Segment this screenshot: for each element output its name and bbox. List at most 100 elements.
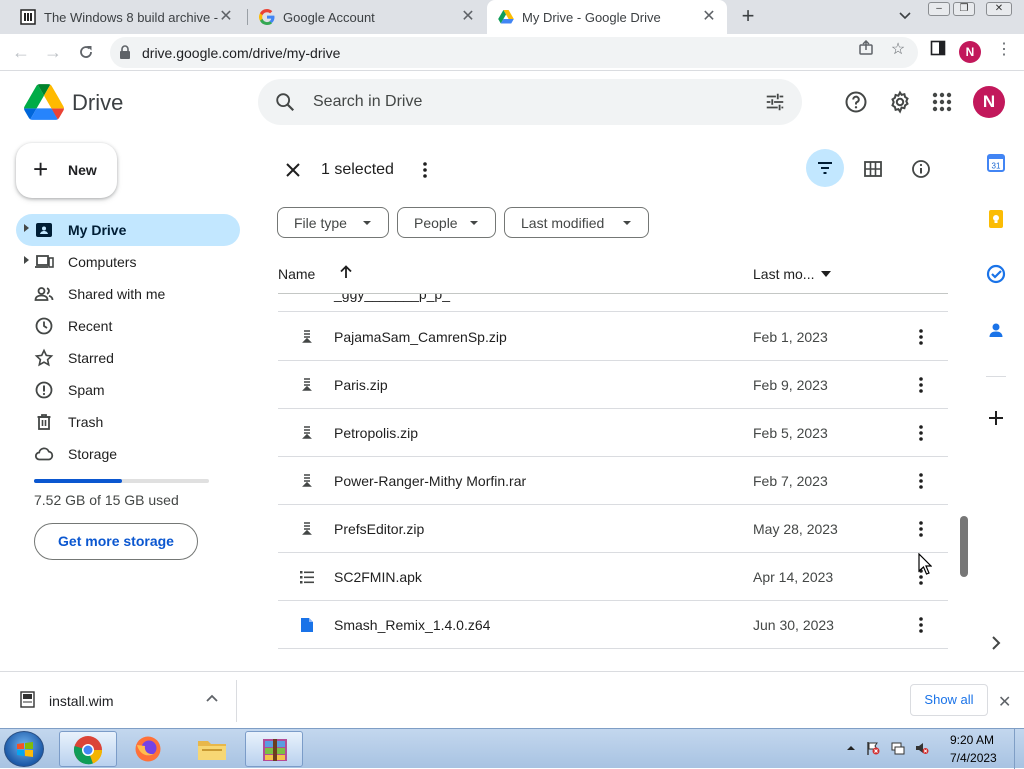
forward-button[interactable]: → bbox=[41, 40, 65, 64]
row-more-actions-icon[interactable] bbox=[911, 327, 931, 347]
shared-icon bbox=[34, 287, 54, 301]
search-input[interactable]: Search in Drive bbox=[258, 79, 802, 125]
taskbar-winrar-button[interactable] bbox=[245, 731, 303, 767]
my-drive-icon bbox=[36, 223, 52, 237]
account-avatar[interactable]: N bbox=[973, 86, 1005, 118]
volume-muted-icon[interactable] bbox=[915, 741, 929, 755]
download-file-name[interactable]: install.wim bbox=[49, 693, 114, 709]
expand-caret-icon[interactable] bbox=[24, 256, 29, 264]
grid-view-icon[interactable] bbox=[863, 159, 883, 179]
vertical-scrollbar-thumb[interactable] bbox=[960, 516, 968, 577]
close-downloads-bar-icon[interactable]: ✕ bbox=[998, 692, 1011, 712]
share-icon[interactable] bbox=[856, 39, 876, 60]
column-header-name[interactable]: Name bbox=[278, 266, 315, 282]
table-row[interactable]: Paris.zip Feb 9, 2023 bbox=[278, 361, 948, 409]
browser-menu-icon[interactable]: ⋮ bbox=[994, 40, 1014, 60]
tab-google-account[interactable]: Google Account ✕ bbox=[250, 0, 486, 34]
sidebar-item-computers[interactable]: Computers bbox=[16, 246, 240, 278]
row-more-actions-icon[interactable] bbox=[911, 519, 931, 539]
file-name: PajamaSam_CamrenSp.zip bbox=[334, 329, 507, 345]
apps-grid-icon[interactable] bbox=[930, 90, 954, 114]
sort-ascending-arrow-icon[interactable] bbox=[338, 264, 354, 280]
table-row[interactable]: Smash_Remix_1.4.0.z64 Jun 30, 2023 bbox=[278, 601, 948, 649]
table-row[interactable]: Power-Ranger-Mithy Morfin.rar Feb 7, 202… bbox=[278, 457, 948, 505]
network-icon[interactable] bbox=[891, 741, 905, 755]
chevron-up-icon[interactable] bbox=[205, 692, 219, 706]
clock-date[interactable]: 7/4/2023 bbox=[950, 751, 997, 765]
back-button[interactable]: ← bbox=[9, 40, 33, 64]
help-icon[interactable] bbox=[844, 90, 868, 114]
filter-toggle-button[interactable] bbox=[806, 149, 844, 187]
taskbar-chrome-button[interactable] bbox=[59, 731, 117, 767]
get-more-storage-button[interactable]: Get more storage bbox=[34, 523, 198, 560]
taskbar-explorer-button[interactable] bbox=[183, 731, 241, 767]
filter-chip-last-modified[interactable]: Last modified bbox=[504, 207, 649, 238]
filter-chip-file-type[interactable]: File type bbox=[277, 207, 389, 238]
row-more-actions-icon[interactable] bbox=[911, 423, 931, 443]
table-row[interactable]: PrefsEditor.zip May 28, 2023 bbox=[278, 505, 948, 553]
sidebar-item-shared[interactable]: Shared with me bbox=[16, 278, 240, 310]
row-more-actions-icon[interactable] bbox=[911, 471, 931, 491]
calendar-icon[interactable]: 31 bbox=[986, 153, 1006, 173]
keep-icon[interactable] bbox=[986, 209, 1006, 229]
close-tab-icon[interactable]: ✕ bbox=[218, 9, 234, 25]
new-tab-button[interactable]: + bbox=[736, 5, 760, 28]
storage-progress-bar bbox=[34, 479, 209, 483]
row-more-actions-icon[interactable] bbox=[911, 375, 931, 395]
sidebar-item-recent[interactable]: Recent bbox=[16, 310, 240, 342]
table-row[interactable]: Petropolis.zip Feb 5, 2023 bbox=[278, 409, 948, 457]
start-button[interactable] bbox=[4, 731, 44, 767]
column-header-last-modified[interactable]: Last mo... bbox=[753, 266, 814, 282]
action-center-flag-icon[interactable] bbox=[866, 741, 880, 755]
close-tab-icon[interactable]: ✕ bbox=[701, 9, 717, 25]
details-info-icon[interactable] bbox=[911, 159, 931, 179]
sidebar-item-storage[interactable]: Storage bbox=[16, 438, 240, 470]
tab-search-icon[interactable] bbox=[898, 9, 912, 23]
side-panel-icon[interactable] bbox=[928, 40, 948, 60]
product-name[interactable]: Drive bbox=[72, 90, 123, 116]
show-desktop-button[interactable] bbox=[1014, 729, 1024, 769]
show-all-downloads-button[interactable]: Show all bbox=[910, 684, 988, 716]
contacts-icon[interactable] bbox=[986, 320, 1006, 340]
search-options-icon[interactable] bbox=[764, 91, 786, 113]
google-favicon-icon bbox=[259, 9, 275, 25]
get-addons-plus-icon[interactable] bbox=[986, 408, 1006, 428]
tab-my-drive[interactable]: My Drive - Google Drive ✕ bbox=[487, 0, 727, 34]
bookmark-star-icon[interactable]: ☆ bbox=[888, 40, 908, 60]
sidebar-item-spam[interactable]: Spam bbox=[16, 374, 240, 406]
reload-button[interactable] bbox=[74, 40, 98, 64]
clock-time[interactable]: 9:20 AM bbox=[950, 733, 994, 747]
sidebar-item-starred[interactable]: Starred bbox=[16, 342, 240, 374]
star-icon bbox=[34, 348, 54, 367]
search-icon[interactable] bbox=[274, 91, 296, 113]
sort-dropdown-arrow-icon[interactable] bbox=[821, 271, 831, 277]
sidebar-item-label: Recent bbox=[68, 318, 113, 334]
sidebar-item-my-drive[interactable]: My Drive bbox=[16, 214, 240, 246]
drive-logo-icon[interactable] bbox=[24, 84, 64, 120]
taskbar-firefox-button[interactable] bbox=[120, 731, 178, 767]
tab-windows-8-archive[interactable]: The Windows 8 build archive - bu ✕ bbox=[8, 0, 244, 34]
browser-profile-avatar[interactable]: N bbox=[959, 41, 981, 63]
file-name: Power-Ranger-Mithy Morfin.rar bbox=[334, 473, 527, 489]
show-hidden-icons-arrow[interactable] bbox=[844, 741, 858, 755]
settings-gear-icon[interactable] bbox=[888, 90, 912, 114]
table-row-partial[interactable]: _ggy_______p_p_ bbox=[278, 294, 948, 312]
zip-file-icon bbox=[302, 426, 312, 439]
table-row[interactable]: SC2FMIN.apk Apr 14, 2023 bbox=[278, 553, 948, 601]
chevron-right-icon[interactable] bbox=[986, 633, 1006, 653]
close-tab-icon[interactable]: ✕ bbox=[460, 9, 476, 25]
clear-selection-close-icon[interactable] bbox=[283, 160, 303, 180]
row-more-actions-icon[interactable] bbox=[911, 615, 931, 635]
expand-caret-icon[interactable] bbox=[24, 224, 29, 232]
sidebar-item-trash[interactable]: Trash bbox=[16, 406, 240, 438]
close-window-button[interactable]: ✕ bbox=[986, 2, 1012, 16]
minimize-window-button[interactable]: – bbox=[928, 2, 950, 16]
tasks-icon[interactable] bbox=[986, 264, 1006, 284]
filter-chip-people[interactable]: People bbox=[397, 207, 496, 238]
more-actions-icon[interactable] bbox=[415, 160, 435, 180]
tab-separator bbox=[247, 9, 248, 25]
new-button[interactable]: + New bbox=[16, 143, 117, 198]
restore-window-button[interactable]: ❐ bbox=[953, 2, 975, 16]
table-row[interactable]: PajamaSam_CamrenSp.zip Feb 1, 2023 bbox=[278, 313, 948, 361]
address-bar[interactable]: drive.google.com/drive/my-drive bbox=[110, 37, 918, 68]
